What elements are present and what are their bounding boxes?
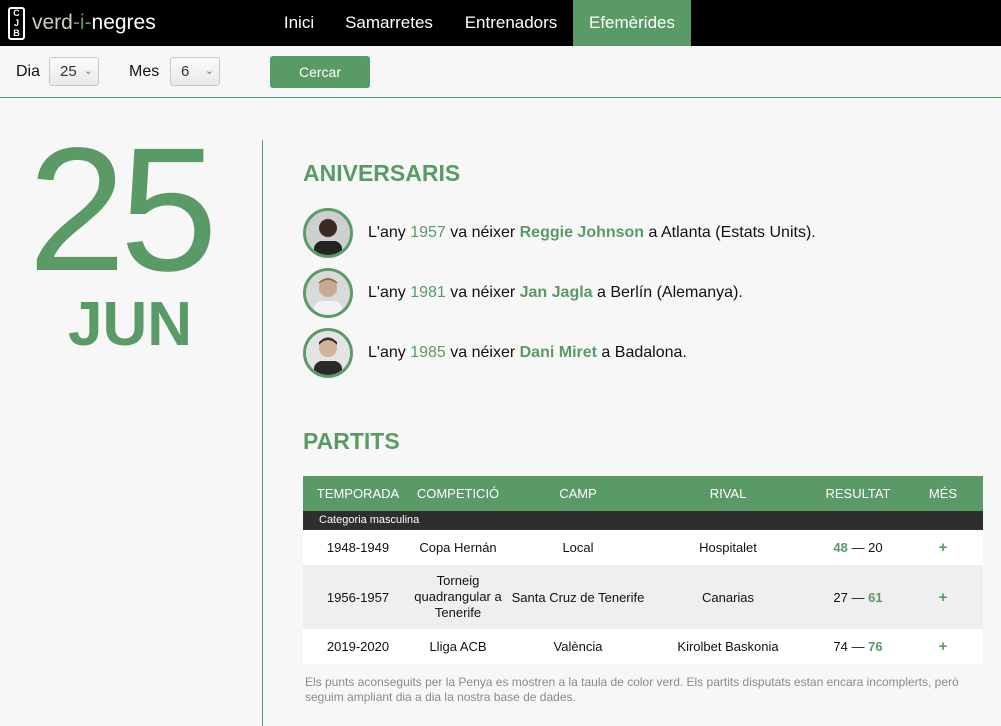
cell-season: 1948-1949 [326, 540, 390, 555]
more-button[interactable]: + [913, 539, 973, 556]
score-sep: — [851, 540, 865, 555]
site-logo[interactable]: C J B verd-i-negres [8, 4, 156, 42]
anniv-verb: va néixer [450, 344, 516, 361]
anniv-place: a Berlín (Alemanya). [597, 284, 743, 301]
chevron-down-icon: ⌄ [204, 65, 214, 77]
top-navbar: C J B verd-i-negres Inici Samarretes Ent… [0, 0, 1001, 46]
logo-part: -i- [72, 11, 92, 34]
cell-rival: Canarias [701, 589, 755, 605]
logo-part: negres [91, 11, 156, 34]
col-header-competition: COMPETICIÓ [416, 486, 500, 501]
big-month-label: JUN [67, 290, 193, 359]
avatar[interactable] [303, 328, 353, 378]
score-home: 27 [833, 589, 848, 605]
cell-venue: València [553, 639, 603, 654]
logo-text: verd-i-negres [32, 11, 156, 35]
anniversary-text: L'any 1957 va néixer Reggie Johnson a At… [368, 224, 816, 242]
badge-letter: B [13, 28, 20, 38]
big-day-number: 25 [28, 112, 218, 308]
cell-competition: Torneig quadrangular a Tenerife [414, 573, 502, 620]
nav-efemerides[interactable]: Efemèrides [573, 0, 691, 46]
anniv-year-link[interactable]: 1985 [410, 344, 446, 361]
score-sep: — [851, 589, 865, 605]
anniv-prefix: L'any [368, 224, 406, 241]
score-away: 61 [868, 589, 883, 605]
nav-entrenadors[interactable]: Entrenadors [452, 0, 570, 46]
month-select[interactable]: 6 ⌄ [170, 57, 220, 86]
logo-part: verd [32, 11, 73, 34]
table-row: 1956-1957 Torneig quadrangular a Tenerif… [303, 565, 983, 629]
player-name-link[interactable]: Reggie Johnson [520, 224, 644, 241]
col-header-rival: RIVAL [709, 486, 747, 501]
table-row: 2019-2020 Lliga ACB València Kirolbet Ba… [303, 629, 983, 664]
day-select-value: 25 [60, 63, 77, 80]
anniv-prefix: L'any [368, 344, 406, 361]
score-home: 48 [833, 540, 848, 555]
anniversary-item: L'any 1985 va néixer Dani Miret a Badalo… [303, 328, 903, 378]
cell-rival: Hospitalet [699, 540, 757, 555]
col-header-season: TEMPORADA [316, 486, 400, 501]
col-header-venue: CAMP [559, 486, 597, 501]
cell-result: 74 — 76 [803, 639, 913, 654]
anniv-prefix: L'any [368, 284, 406, 301]
badge-letter: J [13, 18, 19, 28]
search-button[interactable]: Cercar [270, 56, 370, 88]
cell-season: 1956-1957 [326, 589, 390, 605]
anniversaries-title: ANIVERSARIS [303, 160, 461, 186]
category-row: Categoria masculina [303, 511, 983, 530]
cell-venue: Local [562, 540, 594, 555]
player-name-link[interactable]: Dani Miret [520, 344, 597, 361]
table-header: TEMPORADA COMPETICIÓ CAMP RIVAL RESULTAT… [303, 476, 983, 511]
nav-inici[interactable]: Inici [270, 0, 328, 46]
anniv-verb: va néixer [450, 224, 516, 241]
score-away: 20 [868, 540, 883, 555]
chevron-down-icon: ⌄ [83, 65, 93, 77]
cell-competition: Copa Hernán [419, 540, 497, 555]
score-away: 76 [868, 639, 883, 654]
vertical-divider [262, 140, 263, 726]
cell-rival: Kirolbet Baskonia [677, 639, 779, 654]
anniversary-item: L'any 1957 va néixer Reggie Johnson a At… [303, 208, 903, 258]
month-select-value: 6 [181, 63, 190, 80]
day-label: Dia [16, 63, 41, 80]
badge-letter: C [13, 8, 20, 18]
anniv-place: a Atlanta (Estats Units). [648, 224, 816, 241]
anniv-verb: va néixer [450, 284, 516, 301]
nav-samarretes[interactable]: Samarretes [334, 0, 444, 46]
col-header-result: RESULTAT [825, 486, 891, 501]
cell-competition: Lliga ACB [429, 639, 487, 654]
cell-result: 48 — 20 [803, 540, 913, 555]
anniv-year-link[interactable]: 1981 [410, 284, 446, 301]
avatar[interactable] [303, 268, 353, 318]
score-sep: — [851, 639, 865, 654]
more-button[interactable]: + [913, 589, 973, 606]
anniversary-item: L'any 1981 va néixer Jan Jagla a Berlín … [303, 268, 903, 318]
col-header-more: MÉS [928, 486, 958, 501]
month-label: Mes [129, 63, 160, 80]
cell-result: 27 — 61 [803, 590, 913, 605]
table-row: 1948-1949 Copa Hernán Local Hospitalet 4… [303, 530, 983, 565]
day-select[interactable]: 25 ⌄ [49, 57, 99, 86]
more-button[interactable]: + [913, 638, 973, 655]
cell-season: 2019-2020 [326, 639, 390, 654]
player-name-link[interactable]: Jan Jagla [520, 284, 593, 301]
matches-table: TEMPORADA COMPETICIÓ CAMP RIVAL RESULTAT… [303, 476, 983, 664]
table-footnote: Els punts aconseguits per la Penya es mo… [305, 675, 959, 704]
date-filter-bar: Dia 25 ⌄ Mes 6 ⌄ Cercar [0, 46, 1001, 98]
score-home: 74 [833, 639, 848, 654]
cell-venue: Santa Cruz de Tenerife [511, 589, 645, 605]
anniversary-text: L'any 1985 va néixer Dani Miret a Badalo… [368, 344, 687, 362]
anniv-place: a Badalona. [601, 344, 687, 361]
anniversary-text: L'any 1981 va néixer Jan Jagla a Berlín … [368, 284, 743, 302]
cjb-badge-icon: C J B [8, 6, 25, 40]
avatar[interactable] [303, 208, 353, 258]
anniv-year-link[interactable]: 1957 [410, 224, 446, 241]
matches-title: PARTITS [303, 428, 400, 454]
